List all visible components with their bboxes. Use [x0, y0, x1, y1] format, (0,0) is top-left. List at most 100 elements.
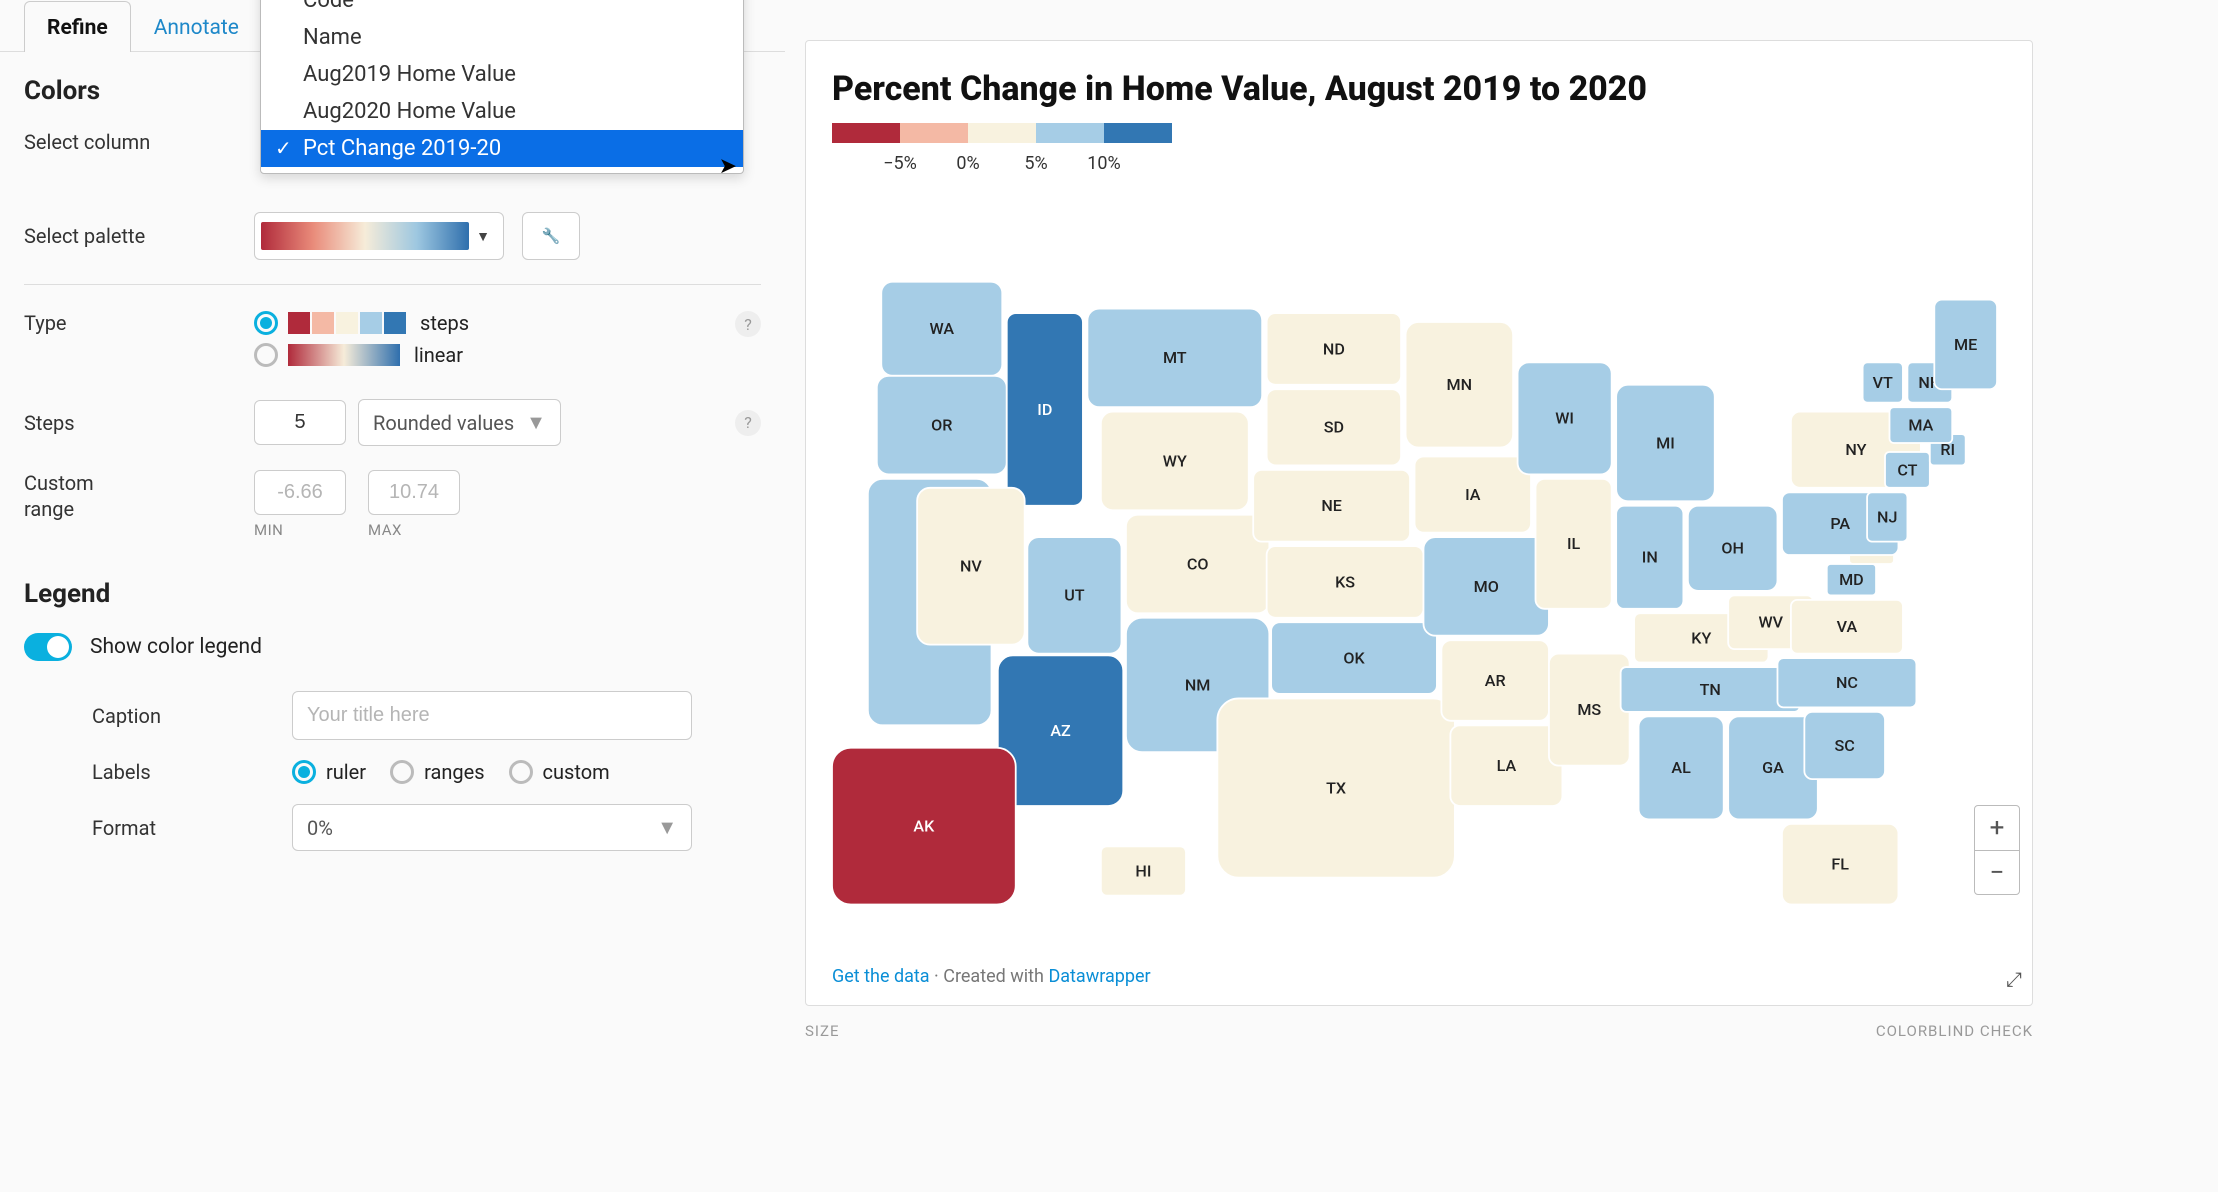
row-steps: Steps Rounded values ▼ ? [24, 399, 761, 446]
radio-steps[interactable] [254, 311, 278, 335]
divider [24, 284, 761, 285]
state-WI[interactable] [1518, 362, 1612, 474]
labels-option-ruler[interactable]: ruler [292, 760, 366, 784]
label-select-palette: Select palette [24, 224, 254, 248]
column-option-name[interactable]: Name [261, 19, 743, 56]
zoom-in-button[interactable]: + [1975, 806, 2019, 850]
state-ID[interactable] [1007, 313, 1083, 506]
labels-option-custom[interactable]: custom [509, 760, 610, 784]
state-NE[interactable] [1253, 470, 1410, 542]
state-MO[interactable] [1423, 537, 1548, 636]
preview-footer-controls: SIZE COLORBLIND CHECK [805, 1022, 2033, 1040]
column-dropdown-menu[interactable]: Code Name Aug2019 Home Value Aug2020 Hom… [260, 0, 744, 174]
state-SD[interactable] [1267, 389, 1401, 465]
tab-refine[interactable]: Refine [24, 1, 131, 52]
sidebar-panel: Refine Annotate Layout Colors Select col… [0, 0, 785, 1192]
state-NV[interactable] [917, 488, 1025, 645]
column-option-pctchange[interactable]: Pct Change 2019-20 [261, 130, 743, 167]
state-NC[interactable] [1777, 658, 1916, 707]
state-KS[interactable] [1267, 546, 1424, 618]
state-OK[interactable] [1271, 622, 1437, 694]
labels-option-ranges[interactable]: ranges [390, 760, 484, 784]
state-MI[interactable] [1616, 385, 1715, 502]
state-TN[interactable] [1621, 667, 1800, 712]
row-custom-range: Customrange MIN MAX [24, 470, 761, 539]
row-show-legend: Show color legend [24, 633, 761, 661]
state-UT[interactable] [1027, 537, 1121, 654]
label-caption: Caption [92, 704, 292, 728]
steps-input[interactable] [254, 400, 346, 445]
state-AK[interactable] [832, 748, 1016, 905]
state-WA[interactable] [881, 282, 1002, 376]
state-OH[interactable] [1688, 506, 1778, 591]
state-SC[interactable] [1804, 712, 1885, 779]
legend-stop-4: 10% [1070, 153, 1138, 174]
state-IN[interactable] [1616, 506, 1683, 609]
column-option-code[interactable]: Code [261, 0, 743, 19]
radio-linear[interactable] [254, 343, 278, 367]
label-labels: Labels [92, 760, 292, 784]
steps-mode-select[interactable]: Rounded values ▼ [358, 399, 561, 446]
get-data-link[interactable]: Get the data [832, 966, 930, 987]
zoom-controls: + − [1974, 805, 2020, 895]
radio-ranges[interactable] [390, 760, 414, 784]
label-format: Format [92, 816, 292, 840]
state-OR[interactable] [877, 376, 1007, 475]
legend-swatch-3 [968, 123, 1036, 143]
state-CT[interactable] [1885, 452, 1930, 488]
label-select-column: Select column [24, 130, 254, 154]
state-FL[interactable] [1782, 824, 1899, 905]
state-TX[interactable] [1217, 698, 1454, 877]
label-custom-range: Customrange [24, 470, 254, 522]
help-type[interactable]: ? [735, 311, 761, 337]
state-AR[interactable] [1441, 640, 1549, 721]
chevron-down-icon: ▼ [469, 228, 497, 245]
state-ME[interactable] [1934, 300, 1997, 390]
state-AL[interactable] [1639, 716, 1724, 819]
max-sublabel: MAX [368, 521, 460, 539]
format-select[interactable]: 0% ▼ [292, 804, 692, 851]
type-option-steps[interactable]: steps [254, 311, 735, 335]
state-VA[interactable] [1791, 600, 1903, 654]
radio-custom[interactable] [509, 760, 533, 784]
caption-input[interactable] [292, 691, 692, 740]
column-option-aug2019[interactable]: Aug2019 Home Value [261, 56, 743, 93]
show-legend-toggle[interactable] [24, 633, 72, 661]
label-steps: Steps [24, 411, 254, 435]
range-max-input[interactable] [368, 470, 460, 515]
state-MA[interactable] [1889, 407, 1952, 443]
expand-icon[interactable]: ⤢ [2006, 967, 2022, 991]
legend-swatch-4 [1036, 123, 1104, 143]
palette-dropdown[interactable]: ▼ [254, 212, 504, 260]
legend-stop-1: −5% [866, 153, 934, 174]
legend-stop-3: 5% [1002, 153, 1070, 174]
range-min-input[interactable] [254, 470, 346, 515]
tab-annotate[interactable]: Annotate [131, 1, 262, 52]
column-option-aug2020[interactable]: Aug2020 Home Value [261, 93, 743, 130]
state-LA[interactable] [1450, 725, 1562, 806]
state-CO[interactable] [1126, 515, 1269, 614]
state-MN[interactable] [1406, 322, 1514, 447]
choropleth-map[interactable]: WAORCAIDNVUTAZMTWYCONMNDSDNEKSOKTXMNIAMO… [832, 174, 2006, 954]
wrench-icon: 🔧 [542, 227, 561, 245]
legend-swatch-5 [1104, 123, 1172, 143]
state-IA[interactable] [1415, 456, 1532, 532]
radio-ruler[interactable] [292, 760, 316, 784]
datawrapper-link[interactable]: Datawrapper [1048, 966, 1150, 987]
type-option-linear[interactable]: linear [254, 343, 735, 367]
palette-settings-button[interactable]: 🔧 [522, 212, 580, 260]
steps-swatch-preview [288, 312, 406, 334]
state-WY[interactable] [1101, 412, 1249, 511]
state-MT[interactable] [1087, 309, 1262, 408]
state-MS[interactable] [1549, 654, 1630, 766]
state-ND[interactable] [1267, 313, 1401, 385]
state-VT[interactable] [1863, 362, 1903, 402]
zoom-out-button[interactable]: − [1975, 850, 2019, 894]
state-HI[interactable] [1101, 846, 1186, 895]
state-NJ[interactable] [1867, 492, 1907, 541]
help-steps[interactable]: ? [735, 410, 761, 436]
state-IL[interactable] [1536, 479, 1612, 609]
row-caption: Caption [92, 691, 761, 740]
type-linear-label: linear [414, 343, 463, 367]
state-MD[interactable] [1827, 564, 1876, 595]
